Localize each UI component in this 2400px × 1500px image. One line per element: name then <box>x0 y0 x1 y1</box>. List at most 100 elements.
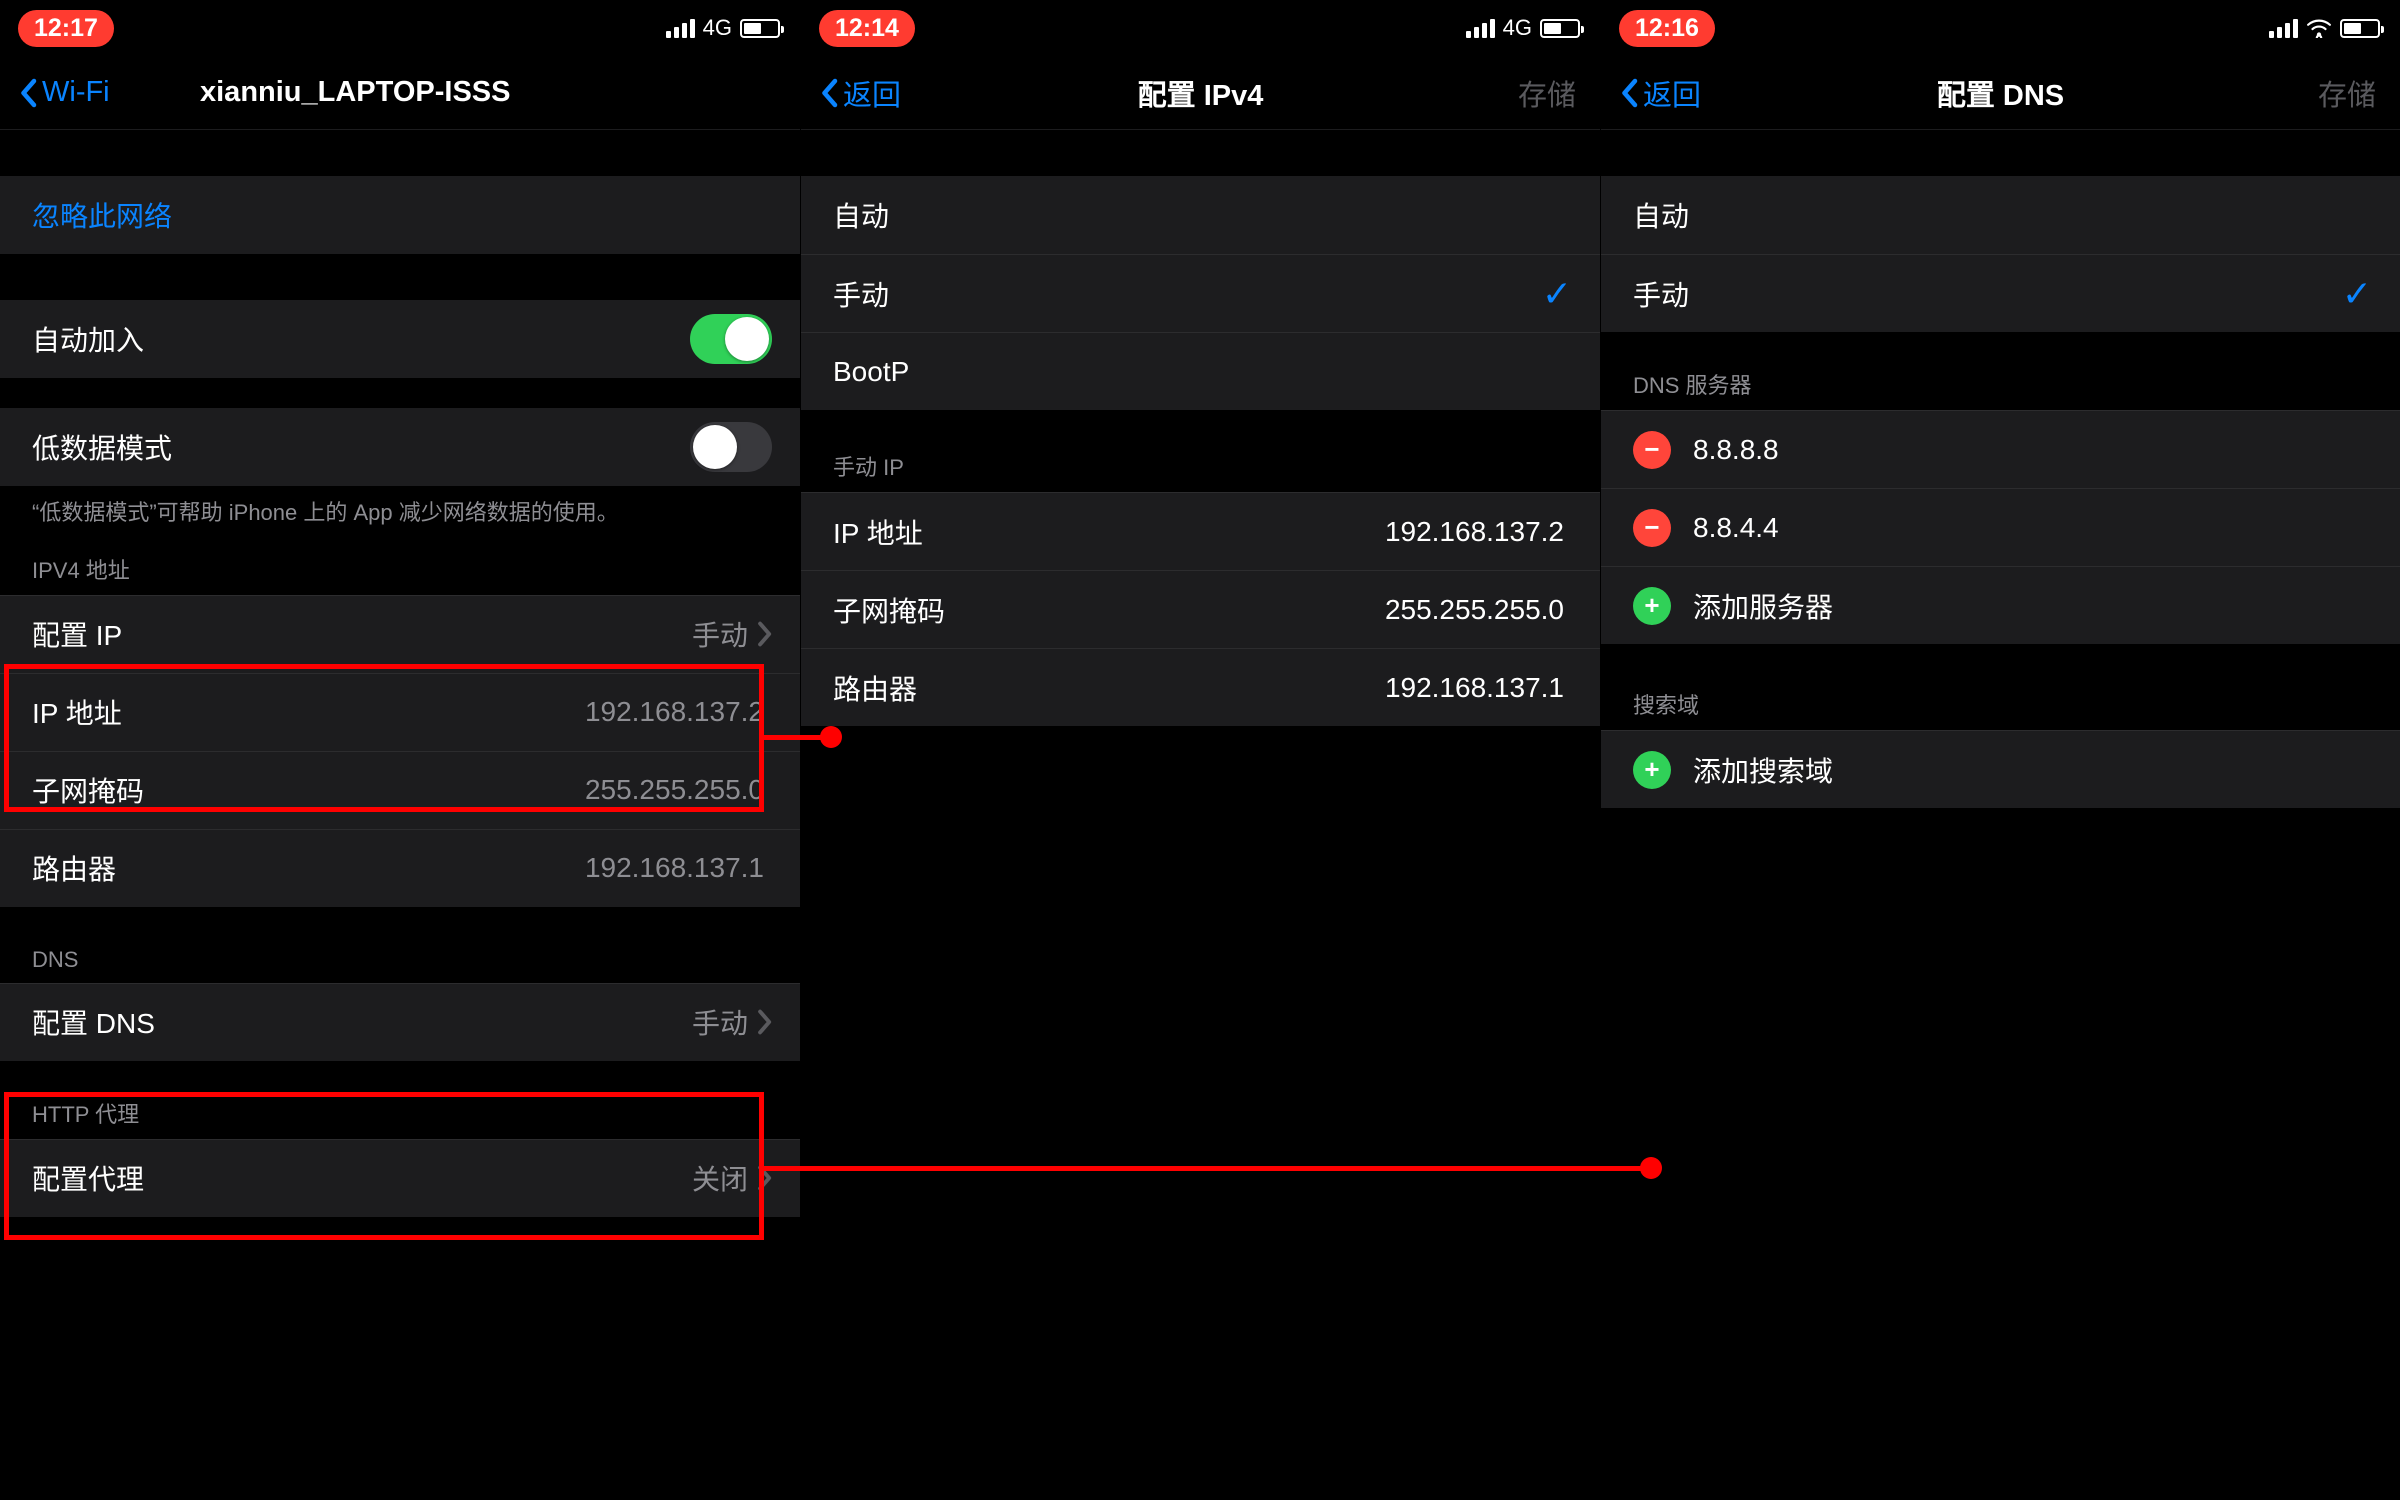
checkmark-icon: ✓ <box>1542 273 1572 315</box>
option-manual-label: 手动 <box>833 274 1542 314</box>
subnet-mask-value: 255.255.255.0 <box>1385 594 1564 626</box>
add-search-button[interactable]: + <box>1633 751 1671 789</box>
remove-server-button[interactable]: − <box>1633 431 1671 469</box>
forget-network-row[interactable]: 忽略此网络 <box>0 176 800 254</box>
option-manual-label: 手动 <box>1633 274 2342 314</box>
status-bar: 12:17 4G <box>0 0 800 56</box>
router-row: 路由器 192.168.137.1 <box>0 829 800 907</box>
dns-server-value: 8.8.4.4 <box>1693 512 2372 544</box>
nav-bar: Wi-Fi xianniu_LAPTOP-ISSS <box>0 56 800 130</box>
add-server-button[interactable]: + <box>1633 587 1671 625</box>
subnet-mask-value: 255.255.255.0 <box>585 774 764 806</box>
auto-join-label: 自动加入 <box>32 319 690 359</box>
dns-servers-header: DNS 服务器 <box>1601 368 2400 410</box>
save-button[interactable]: 存储 <box>1518 72 1576 114</box>
chevron-left-icon <box>819 78 839 108</box>
back-label: 返回 <box>843 72 901 114</box>
subnet-mask-label: 子网掩码 <box>833 590 1385 630</box>
screen-configure-dns: 12:16 返回 配置 DNS 存储 自动 手动 ✓ DNS 服务器 − <box>1600 0 2400 1500</box>
subnet-mask-row[interactable]: 子网掩码 255.255.255.0 <box>801 570 1600 648</box>
dns-server-row-2[interactable]: − 8.8.4.4 <box>1601 488 2400 566</box>
cellular-signal-icon <box>1466 18 1495 38</box>
add-server-row[interactable]: + 添加服务器 <box>1601 566 2400 644</box>
group-forget: 忽略此网络 <box>0 176 800 254</box>
router-row[interactable]: 路由器 192.168.137.1 <box>801 648 1600 726</box>
group-toggles: 自动加入 <box>0 300 800 378</box>
configure-dns-row[interactable]: 配置 DNS 手动 <box>0 983 800 1061</box>
auto-join-row: 自动加入 <box>0 300 800 378</box>
router-value: 192.168.137.1 <box>585 852 764 884</box>
low-data-footnote: “低数据模式”可帮助 iPhone 上的 App 减少网络数据的使用。 <box>0 486 800 529</box>
dns-server-value: 8.8.8.8 <box>1693 434 2372 466</box>
ip-address-value: 192.168.137.2 <box>585 696 764 728</box>
page-title: xianniu_LAPTOP-ISSS <box>0 76 800 109</box>
router-label: 路由器 <box>833 668 1385 708</box>
configure-dns-value: 手动 <box>692 1002 748 1042</box>
screen-wifi-details: 12:17 4G Wi-Fi xianniu_LAPTOP-ISSS 忽略此网络… <box>0 0 800 1500</box>
group-dns-servers: DNS 服务器 − 8.8.8.8 − 8.8.4.4 + 添加服务器 <box>1601 368 2400 644</box>
ip-address-row[interactable]: IP 地址 192.168.137.2 <box>801 492 1600 570</box>
configure-proxy-label: 配置代理 <box>32 1158 692 1198</box>
group-ipv4: IPV4 地址 配置 IP 手动 IP 地址 192.168.137.2 子网掩… <box>0 553 800 907</box>
group-proxy: HTTP 代理 配置代理 关闭 <box>0 1097 800 1217</box>
recording-time-pill[interactable]: 12:14 <box>819 10 915 47</box>
ip-address-value: 192.168.137.2 <box>1385 516 1564 548</box>
low-data-toggle[interactable] <box>690 422 772 472</box>
battery-icon <box>1540 19 1580 38</box>
manual-ip-header: 手动 IP <box>801 450 1600 492</box>
proxy-header: HTTP 代理 <box>0 1097 800 1139</box>
ip-address-row: IP 地址 192.168.137.2 <box>0 673 800 751</box>
back-button[interactable]: 返回 <box>1619 72 1701 114</box>
chevron-right-icon <box>756 621 772 647</box>
add-server-label: 添加服务器 <box>1693 586 2372 626</box>
save-button[interactable]: 存储 <box>2318 72 2376 114</box>
recording-time-pill[interactable]: 12:16 <box>1619 10 1715 47</box>
dns-server-row-1[interactable]: − 8.8.8.8 <box>1601 410 2400 488</box>
page-title: 配置 DNS <box>1601 72 2400 114</box>
router-label: 路由器 <box>32 848 585 888</box>
option-auto[interactable]: 自动 <box>801 176 1600 254</box>
status-right: 4G <box>666 15 780 41</box>
option-bootp[interactable]: BootP <box>801 332 1600 410</box>
configure-proxy-value: 关闭 <box>692 1158 748 1198</box>
page-title: 配置 IPv4 <box>801 72 1600 114</box>
network-type: 4G <box>703 15 732 41</box>
back-button[interactable]: 返回 <box>819 72 901 114</box>
forget-network-label: 忽略此网络 <box>32 195 772 235</box>
screen-configure-ipv4: 12:14 4G 返回 配置 IPv4 存储 自动 手动 ✓ BootP 手动 … <box>800 0 1600 1500</box>
add-search-label: 添加搜索域 <box>1693 750 2372 790</box>
configure-proxy-row[interactable]: 配置代理 关闭 <box>0 1139 800 1217</box>
highlight-dot-ip <box>820 726 842 748</box>
add-search-row[interactable]: + 添加搜索域 <box>1601 730 2400 808</box>
configure-ip-value: 手动 <box>692 614 748 654</box>
group-dns: DNS 配置 DNS 手动 <box>0 947 800 1061</box>
auto-join-toggle[interactable] <box>690 314 772 364</box>
highlight-dot-dns <box>1640 1157 1662 1179</box>
group-lowdata: 低数据模式 <box>0 408 800 486</box>
configure-ip-row[interactable]: 配置 IP 手动 <box>0 595 800 673</box>
low-data-label: 低数据模式 <box>32 427 690 467</box>
chevron-right-icon <box>756 1009 772 1035</box>
configure-dns-label: 配置 DNS <box>32 1002 692 1042</box>
option-bootp-label: BootP <box>833 356 1572 388</box>
configure-ip-label: 配置 IP <box>32 614 692 654</box>
battery-icon <box>2340 19 2380 38</box>
ip-address-label: IP 地址 <box>833 512 1385 552</box>
remove-server-button[interactable]: − <box>1633 509 1671 547</box>
chevron-left-icon <box>1619 78 1639 108</box>
subnet-mask-label: 子网掩码 <box>32 770 585 810</box>
recording-time-pill[interactable]: 12:17 <box>18 10 114 47</box>
back-label: 返回 <box>1643 72 1701 114</box>
option-auto-label: 自动 <box>833 195 1572 235</box>
wifi-icon <box>2306 18 2332 38</box>
option-manual[interactable]: 手动 ✓ <box>1601 254 2400 332</box>
group-search-domains: 搜索域 + 添加搜索域 <box>1601 688 2400 808</box>
highlight-arrow-dns <box>764 1166 1644 1171</box>
group-manual-ip: 手动 IP IP 地址 192.168.137.2 子网掩码 255.255.2… <box>801 450 1600 726</box>
cellular-signal-icon <box>666 18 695 38</box>
option-manual[interactable]: 手动 ✓ <box>801 254 1600 332</box>
router-value: 192.168.137.1 <box>1385 672 1564 704</box>
nav-bar: 返回 配置 IPv4 存储 <box>801 56 1600 130</box>
search-domains-header: 搜索域 <box>1601 688 2400 730</box>
option-auto[interactable]: 自动 <box>1601 176 2400 254</box>
